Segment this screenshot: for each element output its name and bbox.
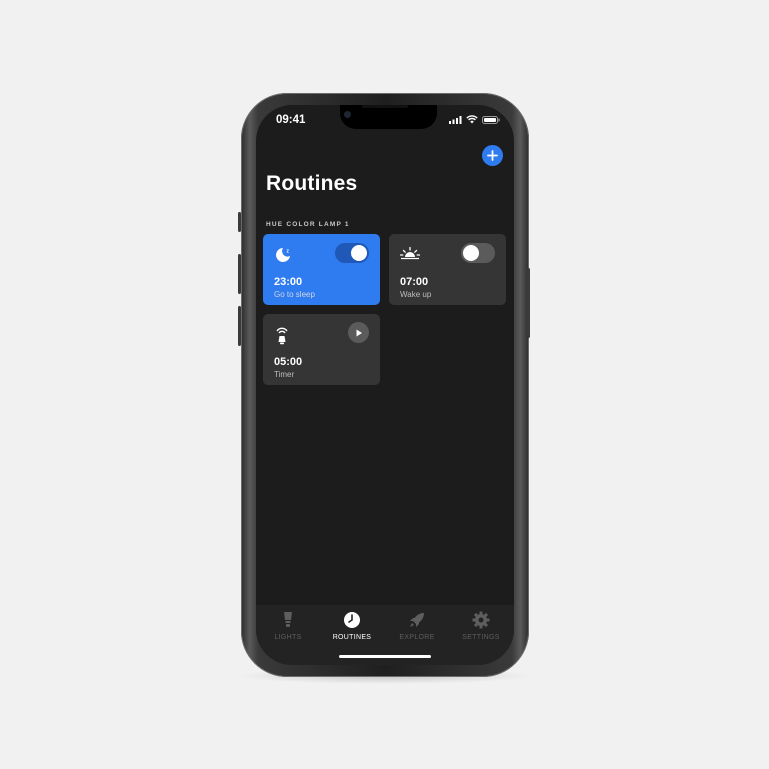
battery-icon xyxy=(482,115,500,124)
tab-label: LIGHTS xyxy=(274,634,302,641)
notch xyxy=(340,105,437,129)
routine-card-timer[interactable]: 05:00 Timer xyxy=(263,314,380,385)
rocket-icon xyxy=(410,613,424,627)
volume-up-button xyxy=(238,254,241,294)
play-icon xyxy=(356,329,362,336)
add-routine-button[interactable] xyxy=(482,145,503,166)
home-indicator[interactable] xyxy=(339,655,431,658)
routine-card-go-to-sleep[interactable]: z z 23:00 Go to sleep xyxy=(263,234,380,305)
mute-switch xyxy=(238,212,241,232)
section-label: HUE COLOR LAMP 1 xyxy=(266,221,350,228)
power-button xyxy=(527,268,530,338)
tab-settings[interactable]: SETTINGS xyxy=(449,611,513,641)
routine-toggle[interactable] xyxy=(335,243,369,263)
moon-sleep-icon: z z xyxy=(276,248,290,262)
sunrise-icon xyxy=(400,246,420,260)
toggle-knob xyxy=(463,245,479,261)
routine-name: Wake up xyxy=(400,290,432,299)
app-screen: 09:41 Routines HUE COLOR LAMP 1 z z 23:0… xyxy=(256,105,514,665)
timer-icon xyxy=(276,327,288,345)
tab-label: EXPLORE xyxy=(399,634,435,641)
tab-explore[interactable]: EXPLORE xyxy=(385,611,449,641)
tab-lights[interactable]: LIGHTS xyxy=(256,611,320,641)
routine-name: Timer xyxy=(274,370,295,379)
toggle-knob xyxy=(351,245,367,261)
status-time: 09:41 xyxy=(276,114,306,126)
gear-icon xyxy=(472,611,490,629)
routine-card-wake-up[interactable]: 07:00 Wake up xyxy=(389,234,506,305)
routine-time: 07:00 xyxy=(400,276,429,288)
routine-time: 23:00 xyxy=(274,276,303,288)
signal-icon xyxy=(449,115,462,124)
bulb-icon xyxy=(284,612,292,627)
play-routine-button[interactable] xyxy=(348,322,369,343)
svg-text:z: z xyxy=(287,249,290,255)
plus-icon xyxy=(487,150,498,161)
routine-name: Go to sleep xyxy=(274,290,315,299)
routine-toggle[interactable] xyxy=(461,243,495,263)
speaker xyxy=(362,105,408,108)
volume-down-button xyxy=(238,306,241,346)
tab-label: ROUTINES xyxy=(332,634,372,641)
clock-icon xyxy=(344,612,360,628)
status-icons xyxy=(449,115,500,124)
wifi-icon xyxy=(466,115,478,124)
tab-label: SETTINGS xyxy=(462,634,500,641)
tab-routines[interactable]: ROUTINES xyxy=(320,611,384,641)
page-title: Routines xyxy=(266,172,358,195)
routine-time: 05:00 xyxy=(274,356,303,368)
front-camera xyxy=(344,111,351,118)
